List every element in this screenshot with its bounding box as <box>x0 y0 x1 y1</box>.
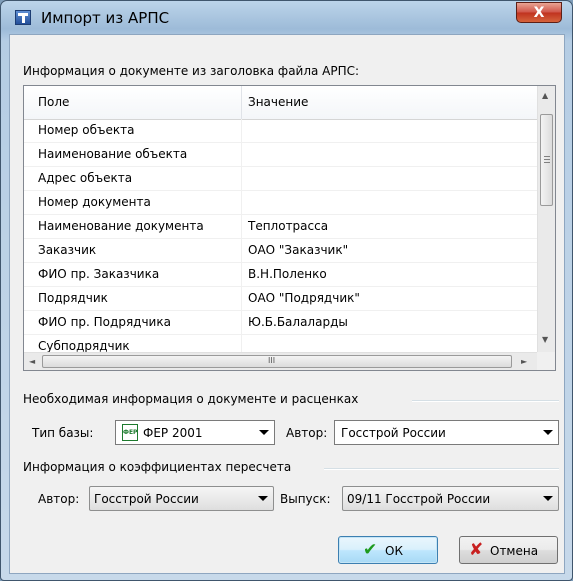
close-button[interactable]: X <box>516 2 562 23</box>
group-divider <box>412 400 559 402</box>
table-row[interactable]: ФИО пр. Подрядчика Ю.Б.Балаларды <box>24 311 537 335</box>
checkmark-icon: ✔ <box>363 540 378 560</box>
table-row[interactable]: Номер объекта <box>24 119 537 143</box>
base-type-value: ФЕР 2001 <box>143 426 203 440</box>
column-divider[interactable] <box>241 86 242 119</box>
coeff-author-select[interactable]: Госстрой России <box>89 486 274 511</box>
scroll-left-icon[interactable]: ◄ <box>29 357 35 367</box>
horizontal-scroll-thumb[interactable]: III <box>42 355 512 368</box>
scroll-up-icon[interactable]: ▲ <box>542 91 548 101</box>
author-select[interactable]: Госстрой России <box>334 420 559 445</box>
row-value[interactable]: ОАО "Заказчик" <box>248 243 348 257</box>
base-type-label: Тип базы: <box>32 426 94 440</box>
chevron-down-icon <box>258 496 268 501</box>
row-value[interactable]: Ю.Б.Балаларды <box>248 315 348 329</box>
base-type-select[interactable]: ФЕР ФЕР 2001 <box>115 420 275 445</box>
doc-info-grid[interactable]: Поле Значение Номер объекта Наименование… <box>23 85 556 371</box>
coeff-author-label: Автор: <box>38 492 80 506</box>
vertical-scrollbar[interactable]: ▲ ▼ <box>537 86 555 352</box>
title-bar[interactable]: Импорт из АРПС X <box>1 1 572 35</box>
horizontal-scrollbar[interactable]: ◄ III ► <box>24 352 537 370</box>
table-row[interactable]: ФИО пр. Заказчика В.Н.Поленко <box>24 263 537 287</box>
cancel-x-icon: ✘ <box>469 540 484 560</box>
required-info-group-label: Необходимая информация о документе и рас… <box>23 392 359 406</box>
author-label: Автор: <box>286 426 328 440</box>
row-field: Заказчик <box>38 243 97 257</box>
row-field: Наименование документа <box>38 219 204 233</box>
table-row[interactable]: Адрес объекта <box>24 167 537 191</box>
ok-button[interactable]: ✔ ОК <box>338 536 438 564</box>
row-value[interactable]: Теплотрасса <box>248 219 328 233</box>
release-value: 09/11 Госстрой России <box>347 492 491 506</box>
chevron-down-icon <box>543 496 553 501</box>
table-row[interactable]: Подрядчик ОАО "Подрядчик" <box>24 287 537 311</box>
chevron-down-icon <box>543 430 553 435</box>
coeff-author-value: Госстрой России <box>94 492 199 506</box>
group-divider <box>324 468 559 470</box>
scroll-grip: III <box>268 356 276 365</box>
release-label: Выпуск: <box>280 492 331 506</box>
row-field: ФИО пр. Заказчика <box>38 267 160 281</box>
author-value: Госстрой России <box>341 426 446 440</box>
cancel-label: Отмена <box>490 544 539 558</box>
chevron-down-icon <box>259 430 269 435</box>
row-field: Субподрядчик <box>38 339 130 353</box>
ok-label: ОК <box>385 544 403 558</box>
coeff-info-group-label: Информация о коэффициентах пересчета <box>23 460 292 474</box>
import-dialog: Импорт из АРПС X Информация о документе … <box>0 0 573 581</box>
row-value[interactable]: ОАО "Подрядчик" <box>248 291 360 305</box>
window-title: Импорт из АРПС <box>41 9 170 27</box>
row-field: Подрядчик <box>38 291 108 305</box>
scroll-corner <box>537 352 555 370</box>
release-select[interactable]: 09/11 Госстрой России <box>342 486 559 511</box>
row-field: Адрес объекта <box>38 171 133 185</box>
scroll-down-icon[interactable]: ▼ <box>542 335 548 345</box>
cancel-button[interactable]: ✘ Отмена <box>459 536 558 564</box>
scroll-right-icon[interactable]: ► <box>521 357 527 367</box>
row-field: ФИО пр. Подрядчика <box>38 315 171 329</box>
table-row[interactable]: Наименование документа Теплотрасса <box>24 215 537 239</box>
grid-rows: Номер объекта Наименование объекта Адрес… <box>24 119 537 359</box>
table-row[interactable]: Номер документа <box>24 191 537 215</box>
grid-header: Поле Значение <box>24 86 537 120</box>
table-row[interactable]: Заказчик ОАО "Заказчик" <box>24 239 537 263</box>
app-icon <box>15 10 31 25</box>
row-field: Номер объекта <box>38 123 135 137</box>
column-header-field[interactable]: Поле <box>38 95 69 109</box>
row-field: Номер документа <box>38 195 151 209</box>
column-header-value[interactable]: Значение <box>248 95 308 109</box>
table-row[interactable]: Наименование объекта <box>24 143 537 167</box>
vertical-scroll-thumb[interactable] <box>540 114 553 206</box>
fer-document-icon: ФЕР <box>122 424 138 441</box>
doc-info-label: Информация о документе из заголовка файл… <box>23 64 360 78</box>
row-field: Наименование объекта <box>38 147 188 161</box>
row-value[interactable]: В.Н.Поленко <box>248 267 327 281</box>
